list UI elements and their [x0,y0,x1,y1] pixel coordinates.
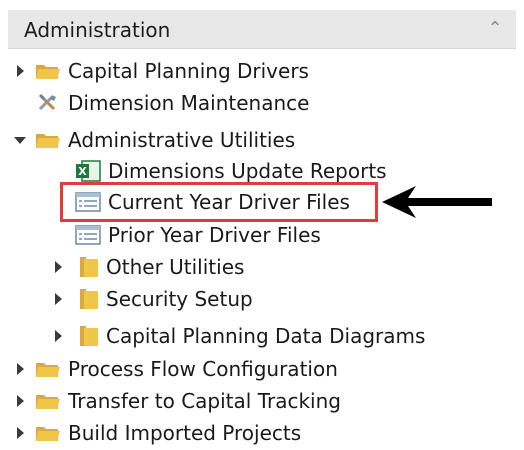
tree-item-build-imported-projects[interactable]: Build Imported Projects [14,418,301,448]
expand-arrow-icon[interactable] [14,418,26,448]
expand-arrow-icon[interactable] [14,56,26,86]
tree-item-transfer-to-capital-tracking[interactable]: Transfer to Capital Tracking [14,386,341,416]
tree-item-label: Prior Year Driver Files [108,223,321,247]
tree-item-administrative-utilities[interactable]: Administrative Utilities [14,125,295,155]
open-folder-icon [34,421,62,445]
open-folder-icon [34,59,62,83]
expand-arrow-icon[interactable] [52,252,64,282]
tree-item-dimension-maintenance[interactable]: Dimension Maintenance [34,88,309,118]
tree-item-prior-year-driver-files[interactable]: Prior Year Driver Files [74,220,321,250]
tree-item-label: Transfer to Capital Tracking [68,389,341,413]
tree-item-label: Capital Planning Drivers [68,59,309,83]
expand-arrow-icon[interactable] [52,284,64,314]
chevron-up-icon[interactable]: ⌃ [484,17,506,39]
form-icon [74,223,102,247]
panel-header-bar[interactable]: Administration ⌃ [8,10,516,49]
tree-item-label: Current Year Driver Files [108,190,350,214]
tree-item-label: Build Imported Projects [68,421,302,445]
closed-folder-icon [72,287,100,311]
expand-arrow-icon[interactable] [52,321,64,351]
tree-item-capital-planning-data-diagrams[interactable]: Capital Planning Data Diagrams [52,321,425,351]
tree-item-other-utilities[interactable]: Other Utilities [52,252,244,282]
expand-arrow-icon[interactable] [14,354,26,384]
open-folder-icon [34,357,62,381]
expand-arrow-icon[interactable] [14,386,26,416]
open-folder-icon [34,389,62,413]
form-icon [74,190,102,214]
tree-item-label: Other Utilities [106,255,245,279]
collapse-arrow-icon[interactable] [14,125,26,155]
open-folder-icon [34,128,62,152]
tree-item-label: Capital Planning Data Diagrams [106,324,426,348]
tools-icon [34,91,62,115]
svg-text:X: X [78,165,87,178]
panel-header: Administration ⌃ [0,0,524,58]
left-arrow-icon [382,186,492,218]
tree-item-label: Process Flow Configuration [68,357,338,381]
closed-folder-icon [72,324,100,348]
tree-item-capital-planning-drivers[interactable]: Capital Planning Drivers [14,56,309,86]
closed-folder-icon [72,255,100,279]
tree-item-label: Security Setup [106,287,253,311]
tree-item-process-flow-configuration[interactable]: Process Flow Configuration [14,354,338,384]
panel-title: Administration [24,18,171,42]
tree-item-label: Administrative Utilities [68,128,296,152]
excel-icon: X [74,159,102,183]
tree-item-security-setup[interactable]: Security Setup [52,284,253,314]
tree-item-label: Dimension Maintenance [68,91,310,115]
tree-item-current-year-driver-files[interactable]: Current Year Driver Files [74,187,350,217]
